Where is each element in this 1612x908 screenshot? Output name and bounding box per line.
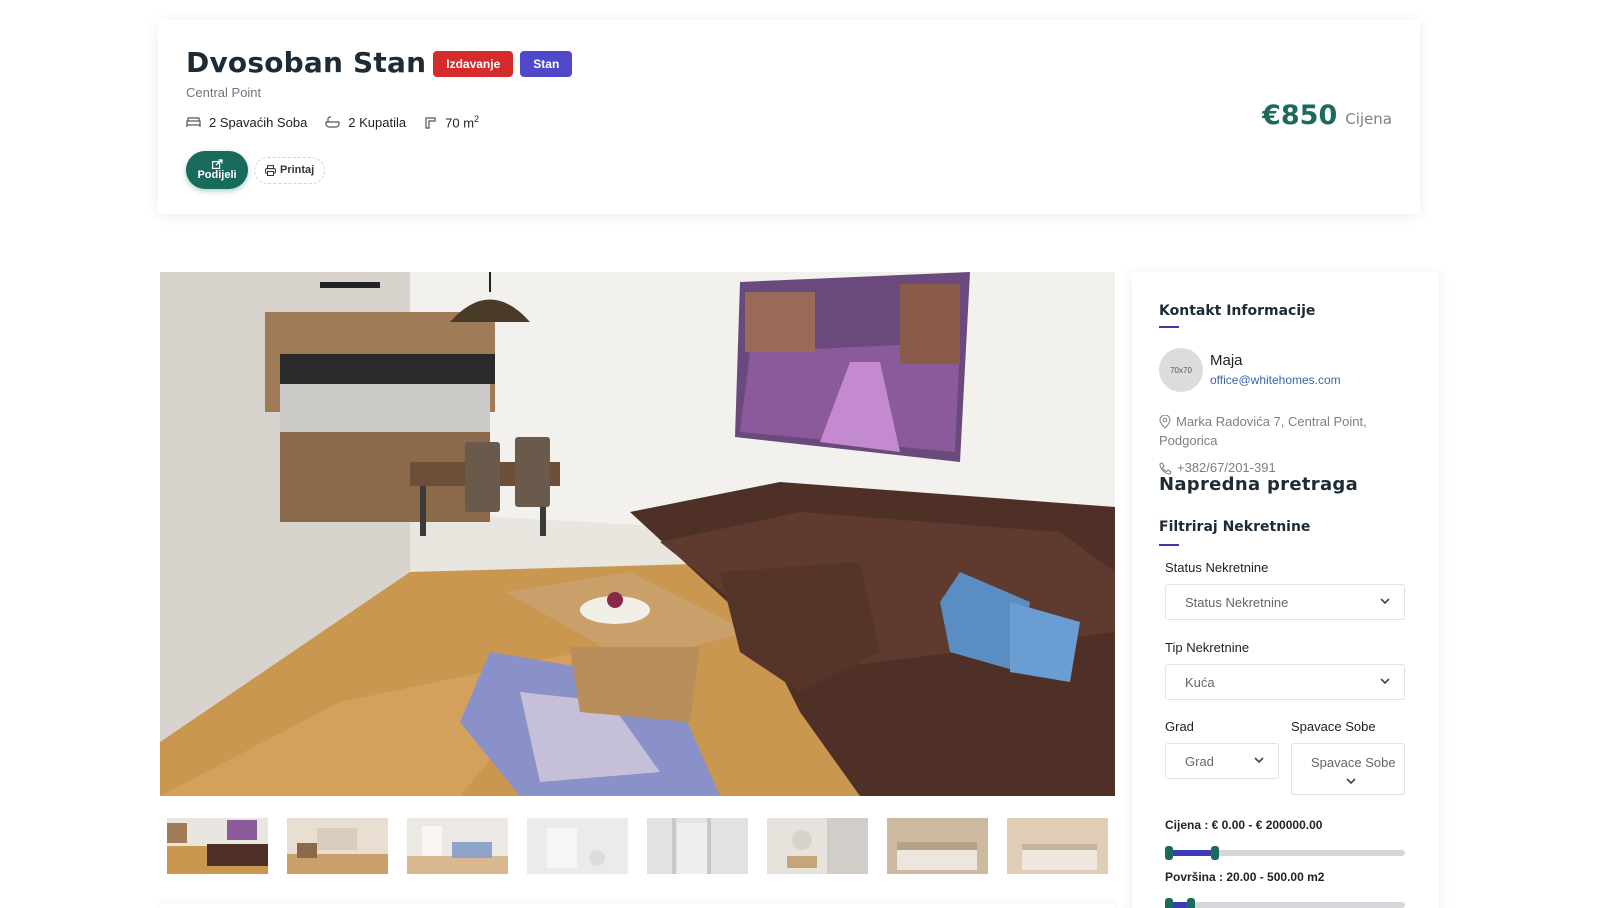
price-range-min-handle[interactable] [1165, 846, 1173, 860]
area-range-label: Površina : 20.00 - 500.00 m2 [1165, 870, 1325, 884]
agent-address-text: Marka Radovića 7, Central Point, Podgori… [1159, 414, 1367, 448]
price-label: Cijena [1345, 110, 1392, 128]
listing-header-card: Dvosoban Stan Izdavanje Stan Central Poi… [158, 20, 1420, 214]
feature-area: 70 m2 [424, 114, 479, 130]
city-select[interactable]: Grad [1165, 743, 1279, 779]
status-select[interactable]: Status Nekretnine [1165, 584, 1405, 620]
listing-location: Central Point [186, 85, 262, 100]
thumbnail-2[interactable] [287, 818, 388, 874]
bed-icon [186, 117, 201, 128]
status-select-value: Status Nekretnine [1185, 594, 1289, 610]
thumbnail-5[interactable] [647, 818, 748, 874]
listing-actions: Podijeli Printaj [186, 151, 326, 189]
features-list: 2 Spavaćih Soba 2 Kupatila 70 m2 [186, 114, 497, 130]
feature-bathrooms: 2 Kupatila [325, 115, 406, 130]
city-label: Grad [1165, 719, 1194, 734]
chevron-down-icon [1380, 598, 1390, 605]
thumbnail-1[interactable] [167, 818, 268, 874]
sidebar: Kontakt Informacije 70x70 Maja office@wh… [1132, 272, 1439, 908]
area-range-slider[interactable] [1165, 898, 1405, 908]
city-select-value: Grad [1185, 753, 1214, 769]
price-block: €850 Cijena [1262, 100, 1392, 131]
living-room-photo [160, 272, 1115, 796]
thumbnail-strip [160, 818, 1115, 874]
filter-heading-underline [1159, 544, 1179, 546]
thumbnail-7[interactable] [887, 818, 988, 874]
agent-email[interactable]: office@whitehomes.com [1210, 373, 1341, 387]
print-label: Printaj [280, 164, 315, 176]
thumbnail-4[interactable] [527, 818, 628, 874]
price-range-slider[interactable] [1165, 846, 1405, 860]
area-range-max-handle[interactable] [1187, 898, 1195, 908]
status-badge[interactable]: Izdavanje [433, 50, 514, 77]
share-button[interactable]: Podijeli [186, 151, 248, 189]
area-range-min-handle[interactable] [1165, 898, 1173, 908]
printer-icon [265, 164, 276, 176]
feature-bedrooms-label: 2 Spavaćih Soba [209, 114, 308, 130]
chevron-down-icon [1254, 757, 1264, 764]
agent-name: Maja [1210, 352, 1243, 369]
contact-heading-underline [1159, 326, 1179, 328]
listing-title: Dvosoban Stan [186, 46, 427, 79]
chevron-down-icon [1380, 678, 1390, 685]
type-select[interactable]: Kuća [1165, 664, 1405, 700]
thumbnail-3[interactable] [407, 818, 508, 874]
thumbnail-6[interactable] [767, 818, 868, 874]
area-icon [425, 117, 436, 129]
feature-bathrooms-label: 2 Kupatila [348, 114, 407, 130]
avatar: 70x70 [1159, 348, 1203, 392]
thumbnail-8[interactable] [1007, 818, 1108, 874]
agent-address: Marka Radovića 7, Central Point, Podgori… [1159, 412, 1419, 450]
bedrooms-label: Spavace Sobe [1291, 719, 1376, 734]
title-row: Dvosoban Stan Izdavanje Stan [186, 46, 573, 79]
price-range-max-handle[interactable] [1211, 846, 1219, 860]
feature-area-label: 70 m2 [445, 114, 480, 131]
share-icon [211, 159, 223, 169]
price-value: €850 [1262, 100, 1338, 131]
price-range-label: Cijena : € 0.00 - € 200000.00 [1165, 818, 1323, 832]
type-select-value: Kuća [1185, 674, 1215, 690]
description-card [160, 904, 1115, 908]
chevron-down-icon [1346, 778, 1356, 785]
type-badge[interactable]: Stan [520, 50, 573, 77]
bedrooms-select[interactable]: Spavace Sobe [1291, 743, 1405, 795]
bathtub-icon [325, 116, 340, 128]
share-label: Podijeli [197, 169, 237, 181]
filter-heading: Filtriraj Nekretnine [1159, 519, 1311, 535]
contact-heading: Kontakt Informacije [1159, 303, 1316, 319]
agent-phone-text: +382/67/201-391 [1177, 460, 1276, 475]
print-button[interactable]: Printaj [254, 156, 326, 184]
agent-phone[interactable]: +382/67/201-391 [1159, 460, 1276, 475]
type-label: Tip Nekretnine [1165, 640, 1250, 655]
location-pin-icon [1159, 414, 1171, 429]
feature-bedrooms: 2 Spavaćih Soba [186, 115, 307, 130]
main-photo[interactable] [160, 272, 1115, 796]
status-label: Status Nekretnine [1165, 560, 1269, 575]
property-page: Dvosoban Stan Izdavanje Stan Central Poi… [0, 0, 1612, 908]
bedrooms-select-value: Spavace Sobe [1311, 755, 1396, 770]
advanced-search-heading: Napredna pretraga [1159, 474, 1359, 495]
